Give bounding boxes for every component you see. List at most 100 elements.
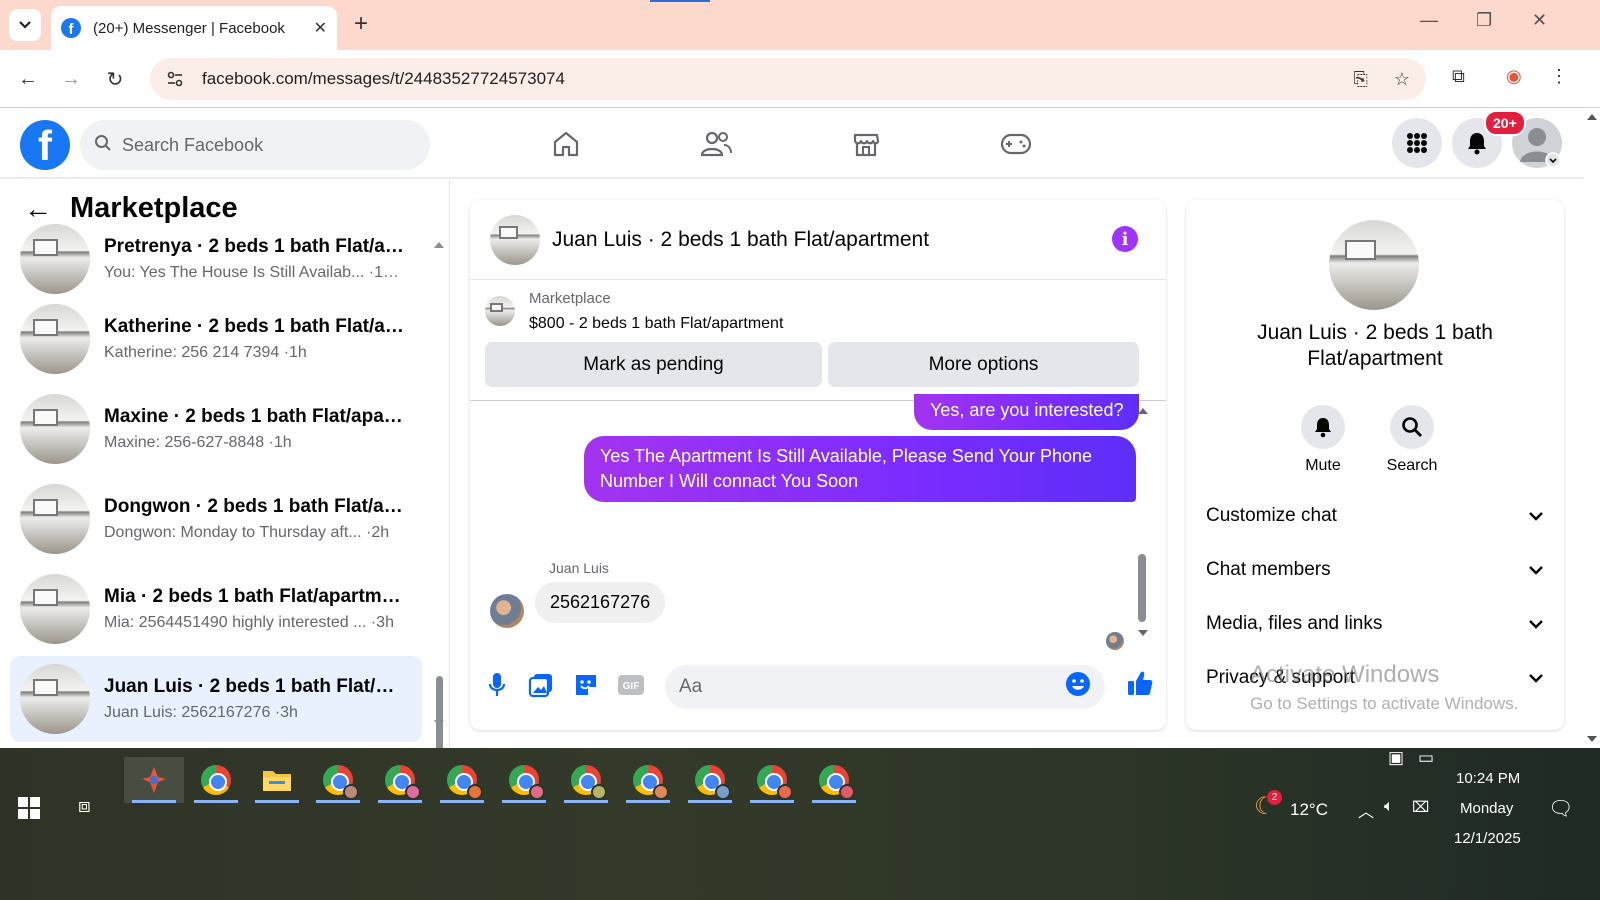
forward-button[interactable]: → (57, 65, 85, 93)
tab-search-button[interactable] (9, 9, 41, 41)
conversation-preview: Mia: 2564451490 highly interested ... ·3… (104, 614, 394, 631)
omnibox[interactable]: facebook.com/messages/t/2448352772457307… (150, 58, 1426, 100)
close-window-button[interactable]: ✕ (1532, 10, 1547, 31)
network-icon[interactable]: ⌧ (1412, 798, 1429, 816)
thumbs-up-icon[interactable] (1125, 668, 1155, 698)
profile-icon[interactable]: ◉ (1506, 66, 1522, 87)
conversation-name: Dongwon · 2 beds 1 bath Flat/ap... (104, 496, 404, 517)
customize-chat-section[interactable]: Customize chat (1206, 505, 1544, 527)
chat-listing-avatar[interactable] (490, 214, 540, 265)
page-scrollbar[interactable] (1584, 108, 1600, 748)
taskbar-chrome-profile[interactable] (370, 757, 430, 803)
conversation-item-active[interactable]: Juan Luis · 2 beds 1 bath Flat/ap... Juan… (10, 656, 422, 742)
facebook-search-input[interactable]: Search Facebook (80, 120, 430, 170)
search-action[interactable]: Search (1382, 405, 1442, 475)
new-tab-button[interactable]: + (354, 12, 368, 36)
taskbar-chrome-profile[interactable] (742, 757, 802, 803)
install-app-icon[interactable]: ⎘ (1353, 69, 1367, 90)
list-scrollbar[interactable] (432, 240, 446, 748)
clock-date[interactable]: 12/1/2025 (1454, 830, 1521, 847)
taskbar-chrome-profile[interactable] (494, 757, 554, 803)
scroll-down-icon[interactable] (1136, 628, 1150, 638)
mute-action[interactable]: Mute (1293, 405, 1353, 475)
message-input[interactable]: Aa (665, 665, 1105, 709)
mark-as-pending-button[interactable]: Mark as pending (485, 342, 822, 387)
facebook-logo-icon[interactable]: f (20, 120, 70, 170)
conversation-item[interactable]: Mia · 2 beds 1 bath Flat/apartme... Mia: … (10, 566, 422, 652)
back-button[interactable]: ← (14, 65, 42, 93)
scroll-up-icon[interactable] (1584, 112, 1600, 122)
windows-start-icon[interactable] (18, 797, 40, 819)
display-icon[interactable]: ▭ (1418, 748, 1434, 768)
clock-day[interactable]: Monday (1460, 800, 1513, 817)
scroll-up-icon[interactable] (1136, 406, 1150, 416)
scrollbar-thumb[interactable] (436, 676, 443, 748)
notification-center-icon[interactable]: 🗨︎ (1548, 796, 1573, 821)
microphone-icon[interactable] (482, 670, 512, 700)
chat-title[interactable]: Juan Luis · 2 beds 1 bath Flat/apartment (552, 228, 929, 252)
more-options-button[interactable]: More options (828, 342, 1139, 387)
info-icon[interactable]: i (1112, 226, 1138, 252)
media-files-links-section[interactable]: Media, files and links (1206, 613, 1544, 635)
sender-avatar[interactable] (490, 594, 524, 628)
search-icon (94, 134, 112, 157)
taskbar-chrome-profile[interactable] (680, 757, 740, 803)
scroll-up-icon[interactable] (432, 240, 446, 250)
meet-now-icon[interactable]: ▣ (1388, 748, 1404, 768)
scrollbar-thumb[interactable] (1138, 554, 1146, 622)
extensions-icon[interactable]: ⧉ (1452, 66, 1465, 87)
marketplace-icon[interactable] (846, 124, 886, 164)
bookmark-star-icon[interactable]: ☆ (1394, 69, 1410, 90)
friends-icon[interactable] (696, 124, 736, 164)
active-indicator (378, 800, 422, 803)
contact-name: Juan Luis · 2 beds 1 bath Flat/apartment (1257, 321, 1493, 370)
scroll-down-icon[interactable] (432, 718, 446, 728)
chevron-down-icon (1529, 512, 1543, 521)
menu-grid-button[interactable] (1392, 118, 1442, 168)
conversation-item[interactable]: Maxine · 2 beds 1 bath Flat/apar... Maxin… (10, 386, 422, 472)
listing-small-thumbnail (485, 296, 515, 326)
conversation-preview: Maxine: 256-627-8848 ·1h (104, 434, 292, 451)
task-view-icon[interactable]: ⧈ (78, 795, 91, 818)
watermark-title: Activate Windows (1250, 661, 1440, 688)
clock-time[interactable]: 10:24 PM (1456, 770, 1520, 787)
taskbar-chrome-profile[interactable] (618, 757, 678, 803)
chevron-up-icon[interactable]: ︿ (1358, 798, 1374, 822)
conversation-preview: Juan Luis: 2562167276 ·3h (104, 704, 298, 721)
home-icon[interactable] (546, 124, 586, 164)
emoji-icon[interactable] (1065, 671, 1091, 703)
chat-members-section[interactable]: Chat members (1206, 559, 1544, 581)
chat-scrollbar[interactable] (1136, 400, 1150, 640)
taskbar-chrome[interactable] (186, 757, 246, 803)
chrome-profile-icon (571, 765, 607, 800)
taskbar-chrome-profile[interactable] (556, 757, 616, 803)
photo-icon[interactable] (526, 670, 556, 700)
restore-button[interactable]: ❐ (1476, 10, 1492, 31)
taskbar-chrome-profile[interactable] (804, 757, 864, 803)
minimize-button[interactable]: — (1420, 10, 1438, 31)
gaming-icon[interactable] (996, 124, 1036, 164)
browser-tab[interactable]: f (20+) Messenger | Facebook ✕ (51, 6, 337, 50)
conversation-name: Juan Luis · 2 beds 1 bath Flat/ap... (104, 676, 404, 697)
sticker-icon[interactable] (571, 670, 601, 700)
scroll-down-icon[interactable] (1584, 734, 1600, 744)
close-tab-icon[interactable]: ✕ (314, 18, 327, 38)
search-label: Search (1386, 457, 1438, 474)
folder-icon (263, 771, 291, 791)
taskbar-chrome-profile[interactable] (432, 757, 492, 803)
taskbar-app-pinned[interactable] (124, 757, 184, 803)
volume-icon[interactable]: 🔈︎ (1384, 798, 1394, 816)
url-text[interactable]: facebook.com/messages/t/2448352772457307… (202, 69, 565, 89)
conversation-name: Pretrenya · 2 beds 1 bath Flat/ap... (104, 236, 404, 257)
conversation-item[interactable]: Dongwon · 2 beds 1 bath Flat/ap... Dongwo… (10, 476, 422, 562)
conversation-item[interactable]: Pretrenya · 2 beds 1 bath Flat/ap... You:… (10, 216, 422, 302)
taskbar-file-explorer[interactable] (247, 757, 307, 803)
reload-button[interactable]: ↻ (101, 65, 129, 93)
conversation-item[interactable]: Katherine · 2 beds 1 bath Flat/ap... Kath… (10, 296, 422, 382)
weather-temperature[interactable]: 12°C (1290, 800, 1328, 820)
menu-kebab-icon[interactable]: ⋮ (1550, 66, 1568, 87)
contact-listing-avatar[interactable] (1329, 220, 1419, 310)
gif-icon[interactable]: GIF (616, 670, 646, 700)
site-info-icon[interactable] (166, 70, 184, 88)
taskbar-chrome-profile[interactable] (308, 757, 368, 803)
